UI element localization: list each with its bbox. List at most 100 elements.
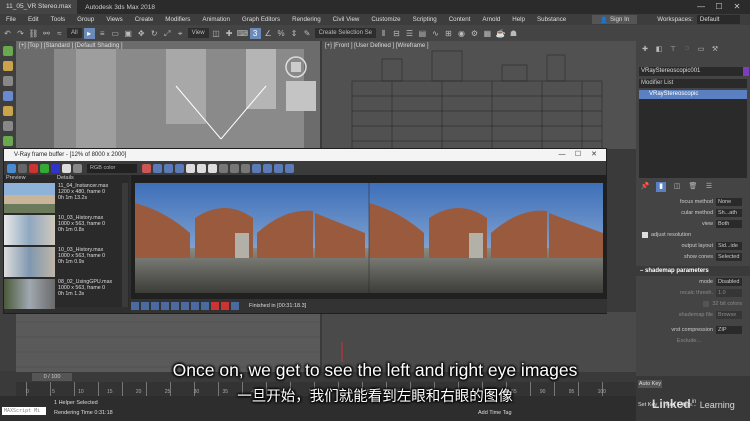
recalc-field[interactable]: 1.0: [716, 288, 742, 297]
history-item[interactable]: 08_02_UsingGPU.max 1000 x 563, frame 0 0…: [4, 279, 129, 310]
vfb-display-correction-icon[interactable]: [208, 163, 218, 173]
isolate-tool-icon[interactable]: [3, 76, 13, 86]
shademap-rollout-header[interactable]: – shademap parameters: [636, 266, 750, 276]
vfb-render-icon[interactable]: [252, 163, 262, 173]
viewport-front-label[interactable]: [+] [Front ] [User Defined ] [Wireframe …: [325, 43, 429, 49]
vfb-settings-icon[interactable]: [274, 163, 284, 173]
vfb-region-icon[interactable]: [186, 163, 196, 173]
angle-snap-icon[interactable]: ∠: [263, 28, 274, 39]
compression-dropdown[interactable]: ZIP: [716, 325, 742, 334]
menu-arnold[interactable]: Arnold: [476, 16, 506, 23]
scene-explorer-tool-icon[interactable]: [3, 46, 13, 56]
menu-file[interactable]: File: [0, 16, 22, 23]
bit-colors-checkbox[interactable]: [703, 300, 710, 307]
add-time-tag[interactable]: Add Time Tag: [478, 410, 512, 416]
status-icon[interactable]: [201, 302, 209, 310]
snap-toggle-icon[interactable]: 3: [249, 27, 261, 39]
history-item[interactable]: 11_04_Instancer.max 1200 x 480, frame 0 …: [4, 183, 129, 214]
viewport-top-label[interactable]: [+] [Top ] [Standard ] [Default Shading …: [19, 43, 123, 49]
menu-modifiers[interactable]: Modifiers: [159, 16, 196, 23]
menu-edit[interactable]: Edit: [22, 16, 45, 23]
vfb-compare-icon[interactable]: [241, 163, 251, 173]
object-name-field[interactable]: VRayStereoscopic001: [639, 67, 749, 76]
history-item[interactable]: 10_03_History.max 1000 x 563, frame 0 0h…: [4, 247, 129, 278]
maximize-button[interactable]: ☐: [710, 0, 728, 14]
menu-content[interactable]: Content: [443, 16, 477, 23]
vfb-blue-channel-icon[interactable]: [51, 163, 60, 173]
browse-button[interactable]: Browse: [716, 310, 742, 319]
vfb-follow-mouse-icon[interactable]: [175, 163, 185, 173]
status-icon[interactable]: [131, 302, 139, 310]
scene-explorer-icon[interactable]: ▤: [417, 28, 428, 39]
pin-stack-icon[interactable]: 📌: [640, 182, 650, 192]
status-icon[interactable]: [161, 302, 169, 310]
window-crossing-icon[interactable]: ▣: [123, 28, 134, 39]
sign-in-button[interactable]: 👤 Sign In: [592, 15, 638, 24]
align-icon[interactable]: ⊟: [391, 28, 402, 39]
selection-filter-dropdown[interactable]: All: [67, 28, 82, 38]
status-icon[interactable]: [231, 302, 239, 310]
status-icon[interactable]: [221, 302, 229, 310]
create-tab-icon[interactable]: ✚: [640, 45, 650, 55]
vfb-lens-icon[interactable]: [219, 163, 229, 173]
display-tab-icon[interactable]: ▭: [696, 45, 706, 55]
rect-selection-icon[interactable]: ▭: [110, 28, 121, 39]
pivot-icon[interactable]: ◫: [211, 28, 222, 39]
vfb-save-icon[interactable]: [7, 163, 16, 173]
configure-sets-icon[interactable]: ☰: [704, 182, 714, 192]
focus-method-dropdown[interactable]: None: [716, 197, 742, 206]
motion-tab-icon[interactable]: ◌: [682, 45, 692, 55]
status-icon[interactable]: [141, 302, 149, 310]
menu-rendering[interactable]: Rendering: [286, 16, 327, 23]
curve-editor-icon[interactable]: ∿: [430, 28, 441, 39]
viewport-top[interactable]: [+] [Top ] [Standard ] [Default Shading …: [16, 41, 320, 149]
reference-coord-dropdown[interactable]: View: [187, 28, 209, 38]
keyboard-shortcut-icon[interactable]: ⌨: [237, 28, 249, 39]
vfb-mono-icon[interactable]: [73, 163, 82, 173]
menu-graph-editors[interactable]: Graph Editors: [236, 16, 286, 23]
history-scrollbar[interactable]: [122, 183, 128, 307]
viewport-front[interactable]: [+] [Front ] [User Defined ] [Wireframe …: [322, 41, 636, 149]
render-iterative-icon[interactable]: ☗: [508, 28, 519, 39]
percent-snap-icon[interactable]: %: [276, 28, 287, 39]
workspaces-dropdown[interactable]: Default: [696, 15, 740, 24]
vfb-close-button[interactable]: ✕: [586, 149, 602, 161]
light-tool-icon[interactable]: [3, 136, 13, 146]
unlink-icon[interactable]: ⚯: [41, 28, 52, 39]
mode-dropdown[interactable]: Disabled: [716, 277, 742, 286]
output-layout-dropdown[interactable]: Sid...ide: [716, 241, 742, 250]
vfb-track-mouse-icon[interactable]: [142, 163, 152, 173]
layer-explorer-icon[interactable]: ☰: [404, 28, 415, 39]
status-icon[interactable]: [181, 302, 189, 310]
modifier-list-dropdown[interactable]: Modifier List: [639, 79, 747, 88]
vfb-channel-dropdown[interactable]: RGB color: [87, 163, 138, 173]
render-image-area[interactable]: [131, 175, 607, 299]
mirror-icon[interactable]: ⫴: [378, 28, 389, 39]
select-by-name-icon[interactable]: ≡: [97, 28, 108, 39]
menu-create[interactable]: Create: [129, 16, 160, 23]
viewcube-icon[interactable]: [284, 55, 308, 79]
link-icon[interactable]: ⛓: [28, 28, 39, 39]
modify-tab-icon[interactable]: ◧: [654, 45, 664, 55]
menu-views[interactable]: Views: [100, 16, 128, 23]
menu-animation[interactable]: Animation: [196, 16, 236, 23]
spinner-snap-icon[interactable]: ⇕: [289, 28, 300, 39]
utilities-tab-icon[interactable]: ⚒: [710, 45, 720, 55]
menu-scripting[interactable]: Scripting: [407, 16, 443, 23]
edit-named-sets-icon[interactable]: ✎: [302, 28, 313, 39]
history-item[interactable]: 10_03_History.max 1000 x 563, frame 0 0h…: [4, 215, 129, 246]
rotate-icon[interactable]: ↻: [149, 28, 160, 39]
ocular-method-dropdown[interactable]: Sh...ath: [716, 208, 742, 217]
vfb-interactive-icon[interactable]: [285, 163, 295, 173]
status-icon[interactable]: [151, 302, 159, 310]
menu-help[interactable]: Help: [506, 16, 531, 23]
remove-modifier-icon[interactable]: 🗑: [688, 182, 698, 192]
material-editor-icon[interactable]: ◉: [456, 28, 467, 39]
vfb-maximize-button[interactable]: ☐: [570, 149, 586, 161]
view-dropdown[interactable]: Both: [716, 219, 742, 228]
maxscript-listener-input[interactable]: MAXScript Mi: [2, 407, 46, 415]
move-icon[interactable]: ✥: [136, 28, 147, 39]
show-end-result-icon[interactable]: ▮: [656, 182, 666, 192]
hierarchy-tab-icon[interactable]: ⊤: [668, 45, 678, 55]
menu-customize[interactable]: Customize: [365, 16, 406, 23]
